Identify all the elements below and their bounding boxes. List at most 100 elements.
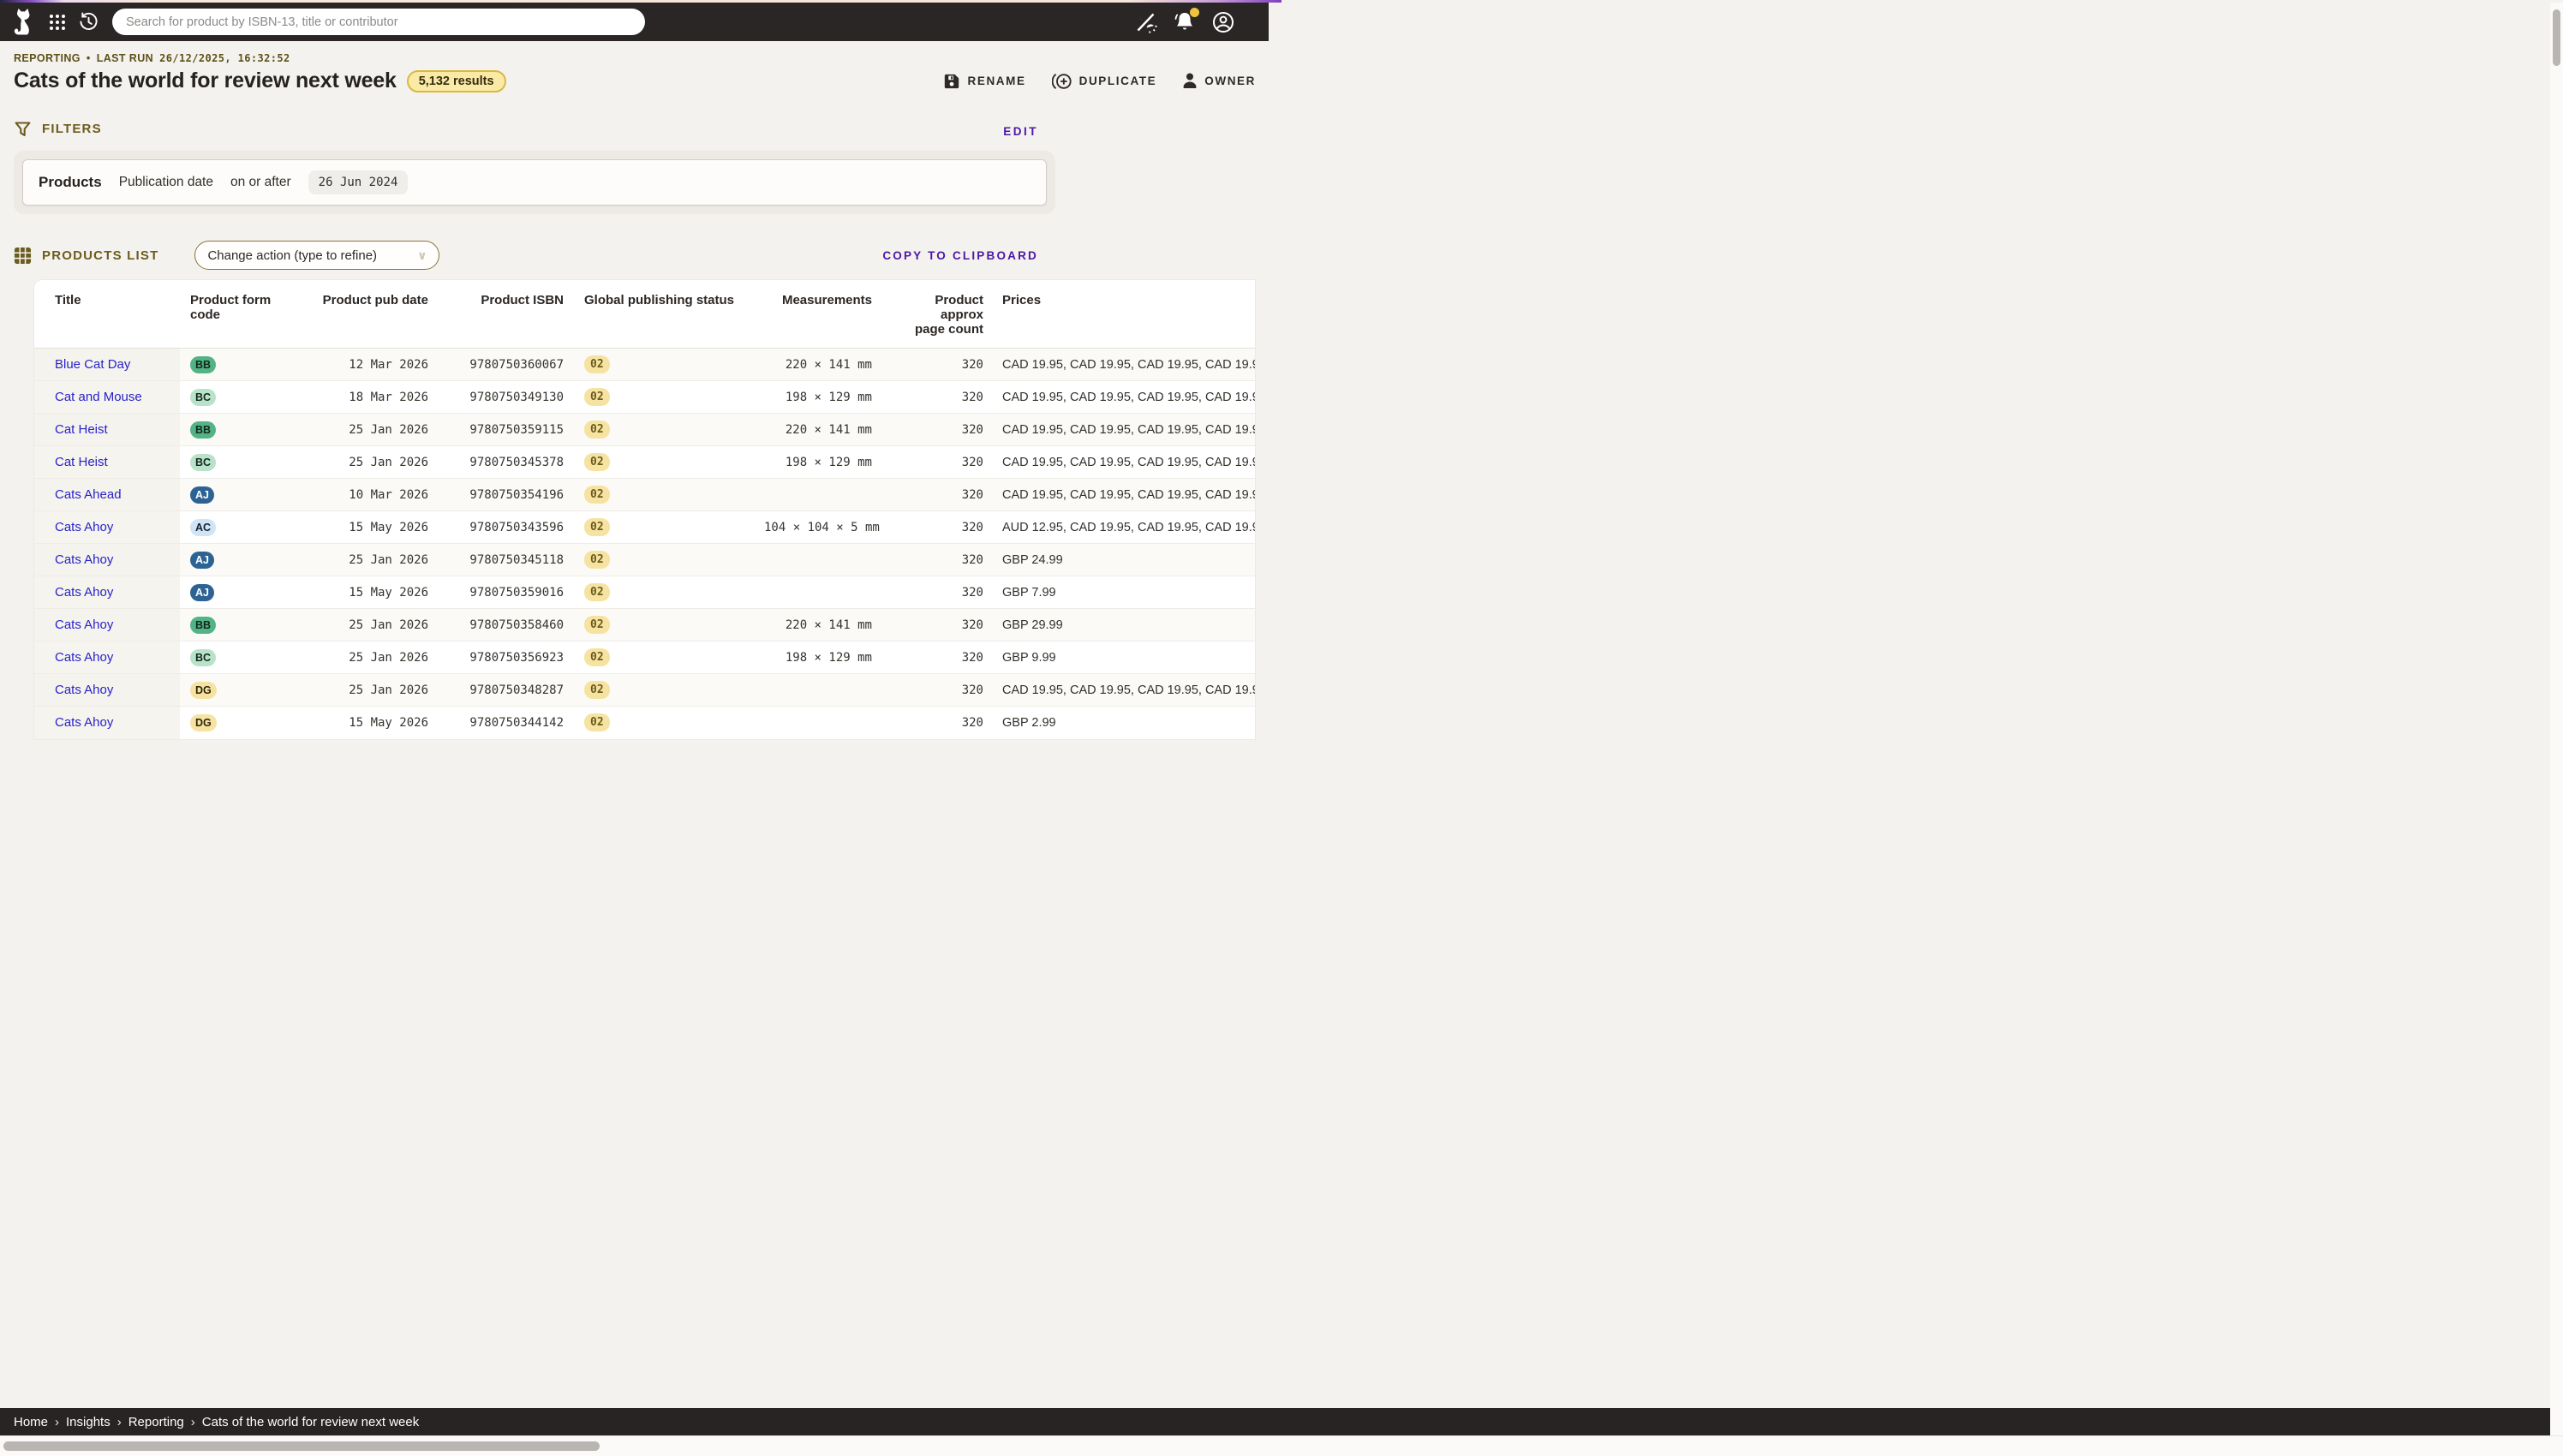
col-header-prices: Prices — [994, 280, 1255, 349]
cell-isbn: 9780750343596 — [439, 511, 574, 544]
cell-pub-date: 25 Jan 2026 — [308, 674, 439, 707]
product-title-link[interactable]: Cats Ahoy — [55, 520, 113, 534]
filter-entity: Products — [39, 174, 102, 191]
product-title-link[interactable]: Blue Cat Day — [55, 357, 130, 372]
cell-prices: GBP 29.99 — [994, 609, 1255, 641]
cell-prices: CAD 19.95, CAD 19.95, CAD 19.95, CAD 19.… — [994, 674, 1255, 707]
horizontal-scrollbar-thumb[interactable] — [3, 1441, 600, 1451]
duplicate-button[interactable]: DUPLICATE — [1052, 72, 1157, 91]
cell-prices: GBP 24.99 — [994, 544, 1255, 576]
breadcrumb-reporting[interactable]: Reporting — [128, 1415, 184, 1429]
cell-title: Blue Cat Day — [34, 349, 180, 381]
products-table-card: Title Product form code Product pub date… — [34, 280, 1255, 739]
owner-label: OWNER — [1204, 75, 1256, 87]
form-code-badge: BB — [190, 421, 216, 439]
status-badge: 02 — [584, 648, 610, 666]
cell-pub-date: 18 Mar 2026 — [308, 381, 439, 414]
person-icon — [1182, 73, 1198, 89]
filter-row[interactable]: Products Publication date on or after 26… — [22, 159, 1047, 206]
cell-title: Cats Ahoy — [34, 511, 180, 544]
product-title-link[interactable]: Cat Heist — [55, 422, 108, 437]
cell-pub-date: 15 May 2026 — [308, 511, 439, 544]
cell-prices: GBP 9.99 — [994, 641, 1255, 674]
product-title-link[interactable]: Cats Ahoy — [55, 650, 113, 665]
duplicate-label: DUPLICATE — [1079, 75, 1157, 87]
cell-status: 02 — [574, 641, 754, 674]
search-input[interactable] — [112, 9, 645, 35]
product-title-link[interactable]: Cat and Mouse — [55, 390, 142, 404]
cell-page-count: 320 — [882, 544, 994, 576]
cell-page-count: 320 — [882, 381, 994, 414]
cell-prices: GBP 2.99 — [994, 707, 1255, 739]
account-icon[interactable] — [1212, 11, 1234, 33]
history-icon[interactable] — [79, 12, 99, 32]
cell-pub-date: 25 Jan 2026 — [308, 609, 439, 641]
status-badge: 02 — [584, 616, 610, 634]
cell-measurements — [754, 544, 882, 576]
cell-measurements — [754, 674, 882, 707]
vertical-scrollbar[interactable] — [2550, 3, 2563, 1435]
cell-isbn: 9780750349130 — [439, 381, 574, 414]
filter-card: Products Publication date on or after 26… — [14, 151, 1055, 214]
rename-button[interactable]: RENAME — [943, 73, 1025, 90]
status-badge: 02 — [584, 486, 610, 504]
cell-pub-date: 15 May 2026 — [308, 707, 439, 739]
col-header-measurements: Measurements — [754, 280, 882, 349]
products-section-head: PRODUCTS LIST Change action (type to ref… — [14, 241, 1268, 270]
cell-prices: GBP 7.99 — [994, 576, 1255, 609]
change-action-select[interactable]: Change action (type to refine) ∨ — [194, 241, 439, 270]
page-kicker: REPORTING • LAST RUN 26/12/2025, 16:32:5… — [14, 52, 1268, 64]
breadcrumb: Home › Insights › Reporting › Cats of th… — [14, 1415, 419, 1429]
vertical-scrollbar-thumb[interactable] — [2553, 9, 2560, 66]
breadcrumb-separator: › — [111, 1415, 128, 1429]
cell-pub-date: 12 Mar 2026 — [308, 349, 439, 381]
owner-button[interactable]: OWNER — [1182, 73, 1256, 89]
duplicate-icon — [1052, 72, 1072, 91]
copy-to-clipboard-link[interactable]: COPY TO CLIPBOARD — [882, 249, 1038, 262]
cell-measurements: 220 × 141 mm — [754, 414, 882, 446]
apps-grid-icon[interactable] — [49, 14, 66, 31]
cell-form-code: BB — [180, 349, 308, 381]
products-table-body: Blue Cat Day BB 12 Mar 2026 978075036006… — [34, 349, 1255, 739]
products-table: Title Product form code Product pub date… — [34, 280, 1255, 739]
topbar — [0, 3, 1269, 41]
cell-form-code: BC — [180, 641, 308, 674]
breadcrumb-bar: Home › Insights › Reporting › Cats of th… — [0, 1408, 2550, 1435]
breadcrumb-insights[interactable]: Insights — [66, 1415, 111, 1429]
breadcrumb-separator: › — [184, 1415, 202, 1429]
form-code-badge: BC — [190, 649, 216, 666]
table-row: Blue Cat Day BB 12 Mar 2026 978075036006… — [34, 349, 1255, 381]
status-badge: 02 — [584, 355, 610, 373]
status-badge: 02 — [584, 421, 610, 439]
theme-toggle-icon[interactable] — [1135, 11, 1157, 33]
product-title-link[interactable]: Cats Ahoy — [55, 715, 113, 730]
form-code-badge: BC — [190, 454, 216, 471]
cell-status: 02 — [574, 479, 754, 511]
status-badge: 02 — [584, 681, 610, 699]
edit-filters-link[interactable]: EDIT — [1003, 125, 1038, 138]
cell-pub-date: 25 Jan 2026 — [308, 414, 439, 446]
product-title-link[interactable]: Cats Ahead — [55, 487, 122, 502]
results-count-badge: 5,132 results — [407, 70, 506, 92]
breadcrumb-home[interactable]: Home — [14, 1415, 48, 1429]
breadcrumb-separator: › — [48, 1415, 66, 1429]
cell-form-code: AC — [180, 511, 308, 544]
table-row: Cats Ahoy DG 25 Jan 2026 9780750348287 0… — [34, 674, 1255, 707]
kicker-section: REPORTING — [14, 52, 81, 64]
cell-status: 02 — [574, 576, 754, 609]
cell-pub-date: 25 Jan 2026 — [308, 544, 439, 576]
notifications-bell-icon[interactable] — [1174, 11, 1195, 33]
product-title-link[interactable]: Cats Ahoy — [55, 683, 113, 697]
product-title-link[interactable]: Cats Ahoy — [55, 585, 113, 600]
save-icon — [943, 73, 960, 90]
table-header-row: Title Product form code Product pub date… — [34, 280, 1255, 349]
horizontal-scrollbar[interactable] — [0, 1435, 2563, 1456]
cat-logo-icon[interactable] — [12, 9, 36, 36]
cell-form-code: DG — [180, 707, 308, 739]
breadcrumb-current-page: Cats of the world for review next week — [202, 1415, 419, 1429]
product-title-link[interactable]: Cats Ahoy — [55, 618, 113, 632]
product-title-link[interactable]: Cats Ahoy — [55, 552, 113, 567]
product-title-link[interactable]: Cat Heist — [55, 455, 108, 469]
cell-title: Cats Ahoy — [34, 609, 180, 641]
cell-title: Cat and Mouse — [34, 381, 180, 414]
